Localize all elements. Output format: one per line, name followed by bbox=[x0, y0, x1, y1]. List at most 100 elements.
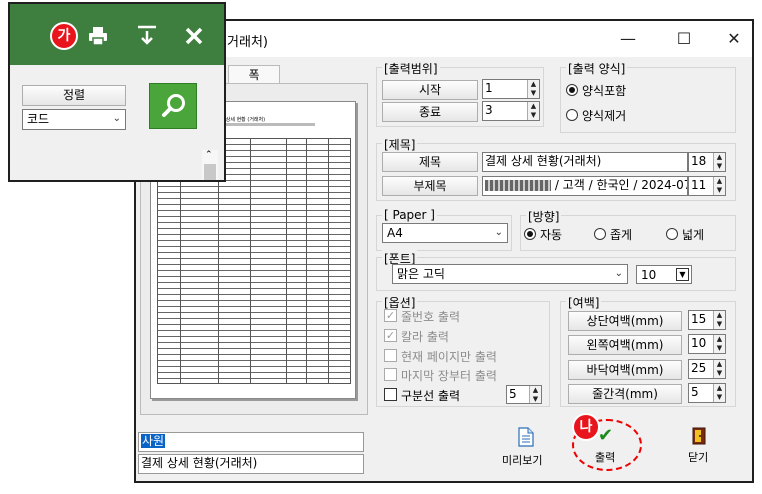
paper-select[interactable]: A4 ⌄ bbox=[382, 223, 508, 243]
preview-label: 미리보기 bbox=[502, 454, 543, 467]
spin-up-icon[interactable]: ▲ bbox=[713, 335, 725, 344]
subtitle-input[interactable]: / 고객 / 한국인 / 2024-07-1 bbox=[482, 176, 688, 196]
line-spacing-spinner[interactable]: 5 ▲ ▼ bbox=[688, 383, 726, 403]
format-exclude-label: 양식제거 bbox=[582, 109, 627, 123]
spin-up-icon[interactable]: ▲ bbox=[527, 80, 539, 89]
end-button[interactable]: 종료 bbox=[382, 102, 478, 122]
popup-toolbar: 가 bbox=[10, 4, 224, 65]
title-size-spinner[interactable]: 18 ▲ ▼ bbox=[688, 152, 726, 172]
subtitle-button[interactable]: 부제목 bbox=[382, 176, 478, 196]
left-margin-spinner[interactable]: 10 ▲ ▼ bbox=[688, 334, 726, 354]
paper-label: [ Paper ] bbox=[382, 208, 437, 222]
spin-down-icon[interactable]: ▼ bbox=[713, 162, 725, 171]
font-select[interactable]: 맑은 고딕 ⌄ bbox=[392, 264, 628, 284]
maximize-icon[interactable]: ☐ bbox=[672, 27, 696, 51]
bottom-margin-spinner[interactable]: 25 ▲ ▼ bbox=[688, 359, 726, 379]
bottom-margin-button[interactable]: 바닥여백(mm) bbox=[568, 360, 682, 380]
title-size-value: 18 bbox=[691, 154, 707, 168]
spin-up-icon[interactable]: ▲ bbox=[713, 177, 725, 186]
font-value: 맑은 고딕 bbox=[397, 267, 445, 281]
direction-label: [방향] bbox=[526, 208, 562, 225]
title-input[interactable]: 결제 상세 현황(거래처) bbox=[482, 152, 688, 172]
minimize-icon[interactable]: — bbox=[616, 27, 640, 51]
title-button[interactable]: 제목 bbox=[382, 152, 478, 172]
spin-down-icon[interactable]: ▼ bbox=[713, 369, 725, 378]
tab-label: 폭 bbox=[248, 68, 260, 82]
line-number-checkbox[interactable]: ✓ bbox=[384, 309, 397, 322]
end-value: 3 bbox=[485, 103, 493, 117]
last-page-label: 마지막 장부터 출력 bbox=[401, 369, 497, 383]
direction-wide-radio[interactable] bbox=[666, 228, 678, 240]
popup-scrollbar[interactable]: ⌃ bbox=[202, 150, 218, 180]
close-icon[interactable]: ✕ bbox=[722, 27, 746, 51]
subtitle-size-value: 11 bbox=[691, 178, 707, 192]
spin-up-icon[interactable]: ▲ bbox=[527, 102, 539, 111]
spin-up-icon[interactable]: ▲ bbox=[713, 311, 725, 320]
report-name-field[interactable]: 결제 상세 현황(거래처) bbox=[138, 454, 364, 474]
sort-popup: 가 정렬 코드 ⌄ ⌃ bbox=[8, 2, 226, 182]
top-margin-value: 15 bbox=[691, 312, 707, 326]
direction-narrow-radio[interactable] bbox=[594, 228, 606, 240]
spin-up-icon[interactable]: ▲ bbox=[713, 360, 725, 369]
close-label: 닫기 bbox=[688, 451, 709, 464]
top-margin-spinner[interactable]: 15 ▲ ▼ bbox=[688, 310, 726, 330]
subtitle-size-spinner[interactable]: 11 ▲ ▼ bbox=[688, 176, 726, 196]
title-bar: 황(거래처) — ☐ ✕ bbox=[136, 21, 752, 57]
sort-select[interactable]: 코드 ⌄ bbox=[22, 109, 126, 130]
sort-button[interactable]: 정렬 bbox=[22, 85, 126, 106]
spin-up-icon[interactable]: ▲ bbox=[713, 153, 725, 162]
spin-up-icon[interactable]: ▲ bbox=[529, 386, 541, 395]
printer-icon[interactable] bbox=[88, 26, 108, 46]
separator-label: 구분선 출력 bbox=[401, 389, 461, 403]
spin-up-icon[interactable]: ▲ bbox=[713, 384, 725, 393]
spin-down-icon[interactable]: ▼ bbox=[527, 111, 539, 120]
separator-checkbox[interactable] bbox=[384, 388, 397, 401]
direction-wide-label: 넓게 bbox=[682, 228, 705, 242]
end-spinner[interactable]: 3 ▲ ▼ bbox=[482, 101, 540, 121]
direction-narrow-label: 좁게 bbox=[610, 228, 633, 242]
spin-down-icon[interactable]: ▼ bbox=[529, 394, 541, 403]
left-margin-button[interactable]: 왼쪽여백(mm) bbox=[568, 335, 682, 355]
spin-down-icon[interactable]: ▼ bbox=[713, 344, 725, 353]
user-field[interactable]: 사원 bbox=[138, 432, 364, 452]
print-settings-dialog: 황(거래처) — ☐ ✕ 폭 결제 상세 현황 (거래처) [출력범위] 시작 … bbox=[134, 19, 754, 483]
search-button[interactable] bbox=[149, 83, 197, 129]
preview-subtitle-line bbox=[215, 123, 315, 126]
redacted-block bbox=[485, 180, 551, 191]
font-size-select[interactable]: 10 ▼ bbox=[636, 265, 692, 284]
start-button[interactable]: 시작 bbox=[382, 80, 478, 100]
format-exclude-radio[interactable] bbox=[566, 109, 578, 121]
line-spacing-button[interactable]: 줄간격(mm) bbox=[568, 384, 682, 404]
spin-down-icon[interactable]: ▼ bbox=[713, 393, 725, 402]
scroll-up-icon[interactable]: ⌃ bbox=[205, 150, 213, 160]
scroll-thumb[interactable] bbox=[204, 164, 216, 180]
separator-spinner[interactable]: 5 ▲ ▼ bbox=[506, 385, 542, 404]
start-value: 1 bbox=[485, 81, 493, 95]
exit-button[interactable]: 닫기 bbox=[680, 425, 720, 469]
spin-down-icon[interactable]: ▼ bbox=[527, 89, 539, 98]
direction-auto-label: 자동 bbox=[540, 228, 563, 242]
start-spinner[interactable]: 1 ▲ ▼ bbox=[482, 79, 540, 99]
chevron-down-icon: ⌄ bbox=[112, 113, 121, 124]
sort-select-value: 코드 bbox=[27, 112, 50, 126]
user-field-value: 사원 bbox=[141, 434, 166, 448]
current-page-checkbox[interactable] bbox=[384, 349, 397, 362]
print-button[interactable]: ✔ 출력 bbox=[584, 425, 630, 467]
current-page-label: 현재 페이지만 출력 bbox=[401, 350, 497, 364]
chevron-down-icon: ⌄ bbox=[614, 268, 623, 279]
tab-preview[interactable]: 폭 bbox=[228, 65, 280, 83]
export-down-icon[interactable] bbox=[136, 24, 158, 46]
close-popup-icon[interactable] bbox=[184, 26, 204, 46]
preview-button[interactable]: 미리보기 bbox=[500, 425, 552, 469]
spin-down-icon[interactable]: ▼ bbox=[713, 186, 725, 195]
exit-door-icon bbox=[692, 427, 706, 445]
spin-down-icon[interactable]: ▼ bbox=[713, 320, 725, 329]
direction-auto-radio[interactable] bbox=[524, 228, 536, 240]
line-number-label: 줄번호 출력 bbox=[401, 310, 461, 324]
format-include-label: 양식포함 bbox=[582, 84, 627, 98]
color-checkbox[interactable]: ✓ bbox=[384, 329, 397, 342]
top-margin-button[interactable]: 상단여백(mm) bbox=[568, 311, 682, 331]
format-include-radio[interactable] bbox=[566, 84, 578, 96]
chevron-down-icon: ⌄ bbox=[494, 227, 503, 238]
last-page-checkbox[interactable] bbox=[384, 368, 397, 381]
